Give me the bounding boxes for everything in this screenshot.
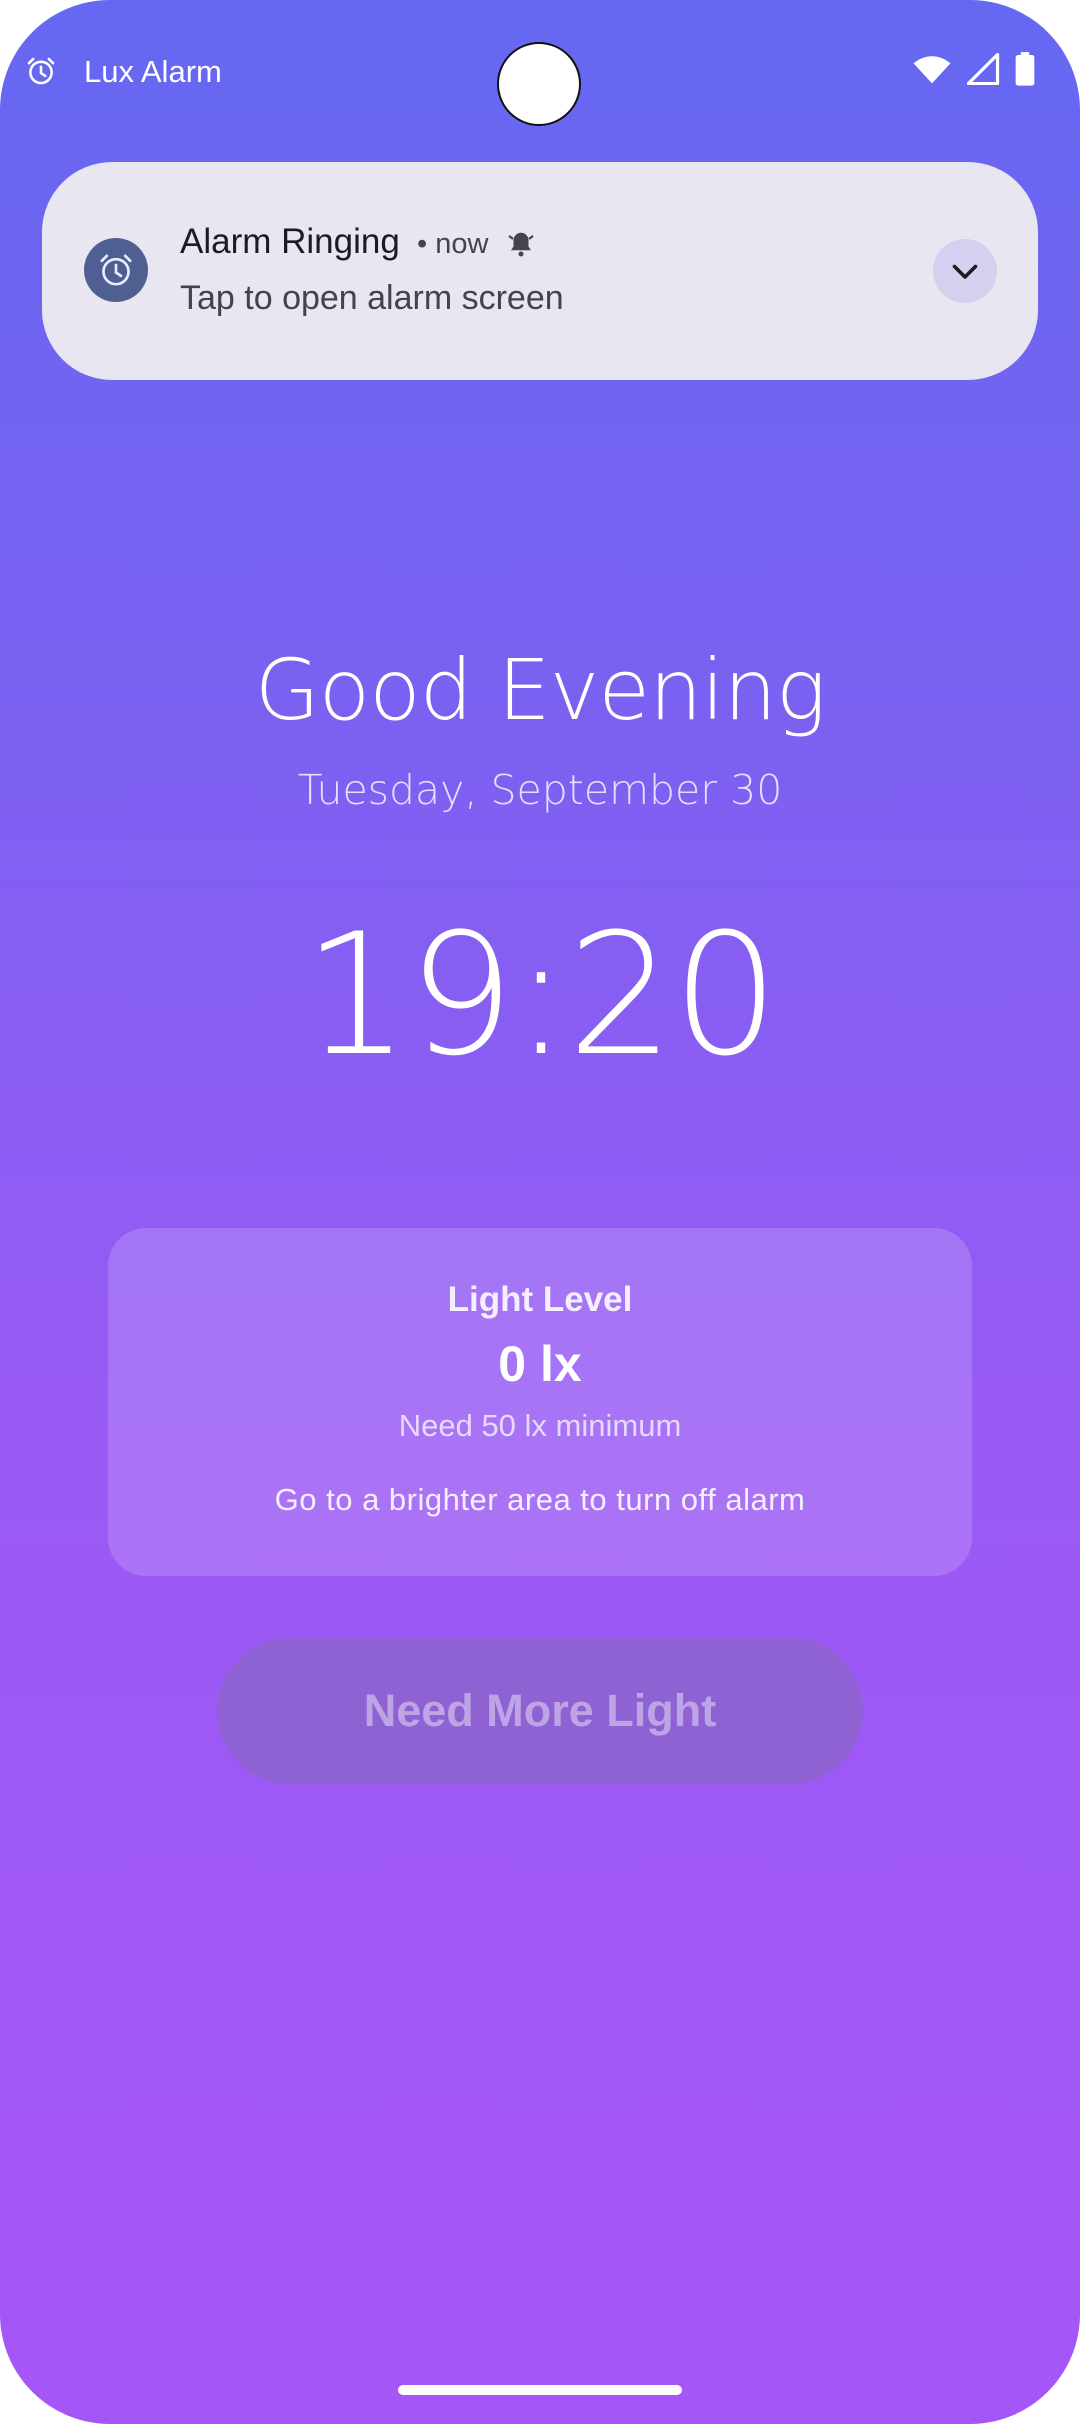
notification-expand-button[interactable]: [933, 239, 997, 303]
clock-time: 19:20: [302, 897, 779, 1093]
battery-icon: [1015, 52, 1035, 86]
notification-app-icon: [84, 238, 148, 302]
date-text: Tuesday, September 30: [297, 766, 783, 814]
camera-cutout: [497, 42, 581, 126]
alarm-icon: [27, 57, 55, 85]
alarm-clock-icon: [100, 254, 132, 286]
status-bar-right: [912, 52, 1036, 86]
greeting-text: Good Evening: [254, 641, 827, 739]
status-bar: Lux Alarm: [0, 0, 1080, 140]
alarm-notification[interactable]: Alarm Ringing • now Tap to open alarm sc…: [42, 162, 1038, 380]
light-level-value: 0 lx: [498, 1336, 582, 1392]
notification-time: • now: [417, 228, 489, 260]
notification-meta: • now: [417, 224, 536, 264]
wifi-icon: [913, 56, 951, 84]
notification-title: Alarm Ringing: [180, 222, 400, 261]
signal-icon: [966, 53, 1000, 85]
bell-icon: [509, 232, 534, 257]
light-requirement-text: Need 50 lx minimum: [398, 1408, 682, 1443]
need-more-light-button[interactable]: Need More Light: [217, 1638, 863, 1784]
chevron-down-icon: [952, 264, 978, 279]
light-level-card: Light Level 0 lx Need 50 lx minimum Go t…: [108, 1228, 972, 1576]
status-bar-app-name: Lux Alarm: [84, 54, 222, 89]
home-gesture-bar[interactable]: [398, 2385, 682, 2395]
phone-screen: Lux Alarm Alarm Ringing • now Tap to ope…: [0, 0, 1080, 2424]
notification-body: Tap to open alarm screen: [180, 279, 564, 317]
light-level-label: Light Level: [447, 1280, 633, 1319]
light-hint-text: Go to a brighter area to turn off alarm: [274, 1482, 806, 1517]
